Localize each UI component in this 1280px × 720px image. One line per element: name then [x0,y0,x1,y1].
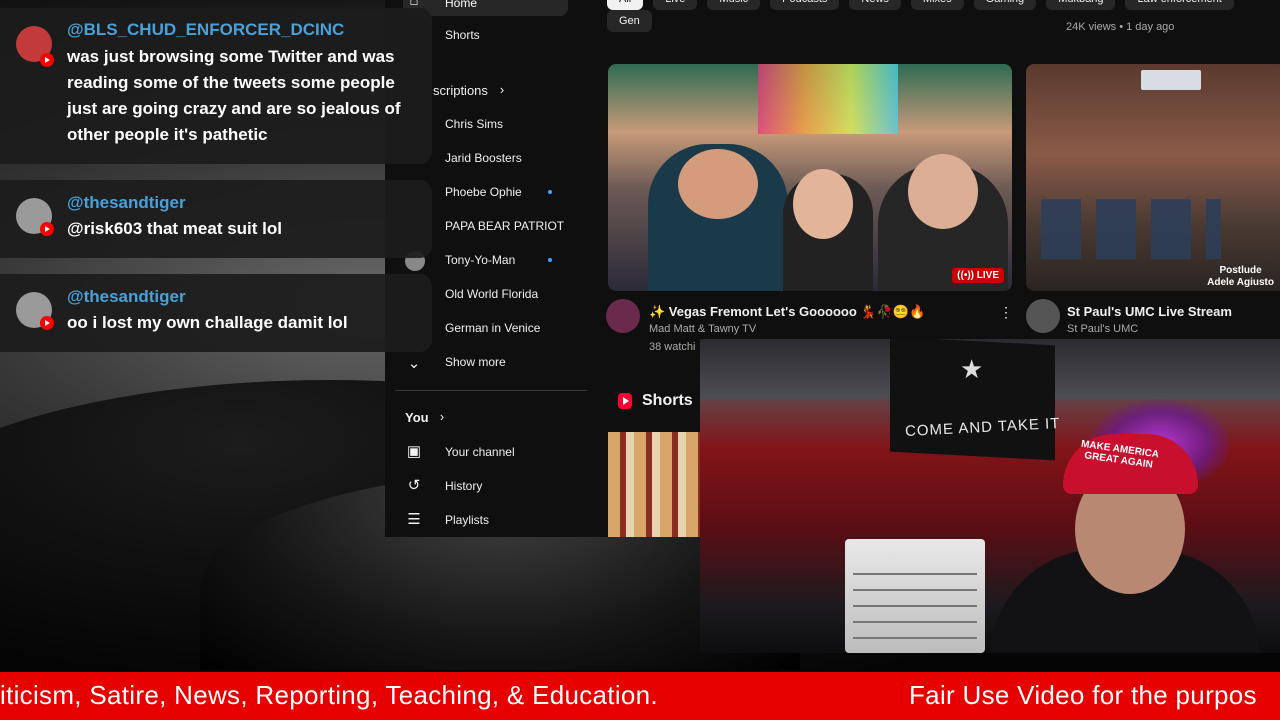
live-badge-label: LIVE [976,270,999,281]
chip-gen[interactable]: Gen [607,10,652,32]
video-channel-name[interactable]: St Paul's UMC [1067,323,1138,335]
chat-author: @thesandtiger [67,287,186,306]
shorts-icon [618,393,632,409]
sidebar-item-shorts[interactable]: Shorts [445,28,480,42]
neon-lights [758,64,898,134]
chip-gaming[interactable]: Gaming [973,0,1037,10]
sidebar-item-your-channel[interactable]: Your channel [445,445,515,459]
chevron-down-icon: ⌄ [407,355,421,372]
sidebar-you-heading[interactable]: You [405,410,429,425]
video-meta: 24K views • 1 day ago [1066,21,1175,33]
sidebar-home-label: Home [445,0,478,10]
shorts-heading: Shorts [642,392,693,409]
sidebar-subscriptions-heading[interactable]: scriptions [433,83,488,98]
chevron-right-icon: › [439,409,445,424]
new-content-dot [548,190,552,194]
chat-author: @BLS_CHUD_ENFORCER_DCINC [67,20,345,39]
video-thumbnail[interactable]: Postlude Adele Agiusto [1026,64,1280,291]
chip-podcasts[interactable]: Podcasts [770,0,840,10]
live-icon: ((•)) [957,270,977,281]
sidebar-item-playlists[interactable]: Playlists [445,513,489,527]
person-face [793,169,853,239]
chat-text: oo i lost my own challage damit lol [67,313,348,332]
filter-chips-bar: All Live Music Podcasts News Mixes Gaming Mukba… [607,0,1280,32]
channel-avatar[interactable] [606,299,640,333]
chip-live[interactable]: Live [653,0,698,10]
sidebar-divider [395,390,587,391]
chat-message: @thesandtiger @risk603 that meat suit lo… [0,180,432,258]
person-face [908,154,978,229]
sidebar-item-phoebe-ophie[interactable]: Phoebe Ophie [445,185,522,199]
chip-law-enforcement[interactable]: Law enforcement [1125,0,1234,10]
youtube-badge-icon [40,222,54,236]
overlay-line-2: Adele Agiusto [1207,277,1274,288]
chairs [1041,199,1221,259]
sidebar-item-jarid-boosters[interactable]: Jarid Boosters [445,151,522,165]
chip-mukbang[interactable]: Mukbang [1046,0,1116,10]
sidebar-item-german-in-venice[interactable]: German in Venice [445,321,540,335]
webcam-feed: ★ COME AND TAKE IT MAKE AMERICA GREAT AG… [700,339,1280,653]
chat-author: @thesandtiger [67,193,186,212]
channel-avatar[interactable] [1026,299,1060,333]
ticker-text-right: Fair Use Video for the purpos [909,680,1257,710]
video-channel-name[interactable]: Mad Matt & Tawny TV [649,323,756,335]
youtube-badge-icon [40,316,54,330]
ticker-text-left: iticism, Satire, News, Reporting, Teachi… [0,680,658,710]
chat-text: was just browsing some Twitter and was r… [67,47,401,144]
sidebar-item-history[interactable]: History [445,479,482,493]
video-thumbnail[interactable]: ((•)) LIVE [608,64,1012,291]
new-content-dot [548,258,552,262]
chip-news[interactable]: News [849,0,901,10]
chevron-right-icon: › [499,82,505,97]
more-options-icon[interactable]: ⋮ [999,304,1013,321]
person-face [678,149,758,219]
fair-use-ticker: iticism, Satire, News, Reporting, Teachi… [0,672,1280,720]
chat-text: @risk603 that meat suit lol [67,219,282,238]
chip-music[interactable]: Music [707,0,761,10]
chat-message: @BLS_CHUD_ENFORCER_DCINC was just browsi… [0,8,432,164]
video-title[interactable]: St Paul's UMC Live Stream [1067,304,1232,319]
playlists-icon: ☰ [407,511,421,528]
history-icon: ↺ [407,477,421,494]
sidebar-item-chris-sims[interactable]: Chris Sims [445,117,503,131]
sidebar-item-old-world-florida[interactable]: Old World Florida [445,287,538,301]
overlay-line-1: Postlude [1219,265,1262,276]
tool-cabinet [845,539,985,653]
projector [1141,70,1201,90]
youtube-badge-icon [40,53,54,67]
video-overlay-text: Postlude Adele Agiusto [1207,265,1274,289]
sidebar-item-tony-yo-man[interactable]: Tony-Yo-Man [445,253,515,267]
star-icon: ★ [960,354,984,384]
short-thumbnail[interactable] [608,432,708,537]
sidebar-item-papa-bear-patriot[interactable]: PAPA BEAR PATRIOT [445,219,564,233]
video-title[interactable]: ✨ Vegas Fremont Let's Goooooo 💃🥀😵‍💫🔥 [649,304,925,320]
chat-message: @thesandtiger oo i lost my own challage … [0,274,432,352]
your-channel-icon: ▣ [406,443,422,460]
sidebar-show-more[interactable]: Show more [445,355,506,369]
live-badge: ((•)) LIVE [952,268,1004,283]
video-watching-count: 38 watchi [649,341,696,353]
chip-all[interactable]: All [607,0,644,10]
chip-mixes[interactable]: Mixes [910,0,964,10]
